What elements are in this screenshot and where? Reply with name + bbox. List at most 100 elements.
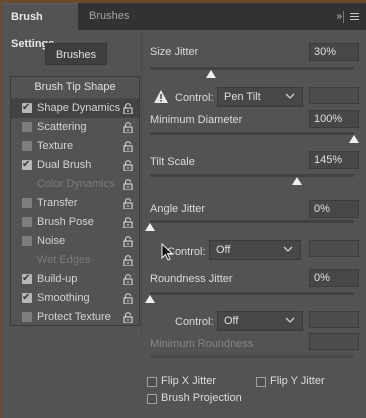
list-item-label: Texture [37, 140, 74, 152]
list-item[interactable]: Smoothing [11, 288, 139, 308]
lock-icon[interactable] [123, 312, 133, 323]
chevron-down-icon [285, 317, 295, 323]
roundness-jitter-label: Roundness Jitter [150, 273, 233, 285]
list-item[interactable]: Texture [11, 137, 139, 156]
lock-icon[interactable] [123, 160, 133, 171]
control-extra-field-3[interactable] [309, 311, 359, 328]
panel-menu-icon[interactable] [347, 13, 362, 20]
list-item-label: Scattering [37, 121, 87, 133]
lock-icon[interactable] [123, 122, 133, 133]
lock-icon[interactable] [123, 179, 133, 190]
lock-icon[interactable] [123, 217, 133, 228]
list-item[interactable]: Brush Pose [11, 213, 139, 232]
tilt-scale-label: Tilt Scale [150, 156, 195, 168]
flip-y-label: Flip Y Jitter [270, 375, 325, 387]
tilt-scale-track[interactable] [150, 174, 354, 177]
tab-brush-settings[interactable]: Brush Settings [2, 3, 78, 50]
list-item[interactable]: Scattering [11, 118, 139, 137]
brush-settings-panel: Brush Settings Brushes » Brushes Brush T… [2, 3, 366, 418]
list-item[interactable]: Transfer [11, 194, 139, 213]
collapse-icon[interactable]: » [336, 11, 341, 22]
list-item-label: Color Dynamics [37, 178, 115, 190]
angle-jitter-track[interactable] [150, 220, 354, 223]
chevron-down-icon [283, 246, 293, 252]
enable-checkbox[interactable] [22, 179, 32, 189]
enable-checkbox[interactable] [22, 155, 32, 174]
enable-checkbox[interactable] [22, 198, 32, 208]
brush-projection-label: Brush Projection [161, 392, 242, 404]
lock-icon[interactable] [123, 198, 133, 209]
control-select-1-value: Pen Tilt [224, 91, 261, 103]
flip-y-checkbox[interactable] [256, 377, 266, 387]
size-jitter-slider-thumb[interactable] [206, 70, 217, 78]
control-extra-field-1[interactable] [309, 87, 359, 104]
control-select-1[interactable]: Pen Tilt [217, 87, 303, 107]
tab-brushes[interactable]: Brushes [80, 3, 137, 30]
enable-checkbox[interactable] [22, 98, 32, 117]
tilt-scale-value[interactable]: 145% [309, 151, 359, 169]
enable-checkbox[interactable] [22, 288, 32, 307]
list-item-label: Transfer [37, 197, 78, 209]
separator [343, 10, 344, 23]
roundness-jitter-track[interactable] [150, 292, 354, 295]
minimum-roundness-value [309, 333, 359, 350]
control-select-3[interactable]: Off [217, 311, 303, 331]
angle-jitter-value[interactable]: 0% [309, 200, 359, 218]
lock-icon[interactable] [123, 274, 133, 285]
list-item[interactable]: Wet Edges [11, 251, 139, 270]
control-select-3-value: Off [224, 315, 239, 327]
lock-icon[interactable] [123, 293, 133, 304]
panel-controls: » [336, 3, 362, 30]
list-item[interactable]: Protect Texture [11, 308, 139, 327]
roundness-jitter-slider-thumb[interactable] [145, 295, 155, 303]
brush-tip-list: Brush Tip Shape Shape Dynamics Scattering… [10, 76, 140, 326]
list-item-label: Noise [37, 235, 66, 247]
tab-bar: Brush Settings Brushes » [2, 3, 366, 50]
enable-checkbox[interactable] [22, 255, 32, 265]
divider [141, 31, 142, 335]
list-item[interactable]: Dual Brush [11, 155, 139, 175]
lock-icon[interactable] [123, 141, 133, 152]
minimum-roundness-label: Minimum Roundness [150, 338, 254, 350]
size-jitter-value[interactable]: 30% [309, 43, 359, 61]
control-label-3: Control: [175, 316, 214, 328]
lock-icon[interactable] [123, 255, 133, 266]
enable-checkbox[interactable] [22, 141, 32, 151]
flip-x-checkbox[interactable] [147, 377, 157, 387]
list-item[interactable]: Shape Dynamics [11, 98, 139, 118]
minimum-diameter-track[interactable] [150, 132, 354, 135]
minimum-diameter-slider-thumb[interactable] [349, 135, 359, 143]
enable-checkbox[interactable] [22, 236, 32, 246]
enable-checkbox[interactable] [22, 312, 32, 322]
enable-checkbox[interactable] [22, 122, 32, 132]
list-item-label: Dual Brush [37, 159, 92, 171]
list-item-label: Protect Texture [37, 311, 111, 323]
size-jitter-track[interactable] [150, 67, 354, 70]
list-item-label: Smoothing [37, 292, 90, 304]
brush-projection-checkbox[interactable] [147, 394, 157, 404]
size-jitter-label: Size Jitter [150, 46, 199, 58]
minimum-diameter-label: Minimum Diameter [150, 114, 243, 126]
lock-icon[interactable] [123, 103, 133, 114]
tilt-scale-slider-thumb[interactable] [291, 177, 302, 185]
brushes-button[interactable]: Brushes [45, 43, 107, 65]
list-item[interactable]: Build-up [11, 269, 139, 289]
list-item-label: Build-up [37, 273, 78, 285]
control-extra-field-2[interactable] [309, 240, 359, 257]
list-item[interactable]: Color Dynamics [11, 175, 139, 194]
warning-icon [154, 90, 168, 103]
control-label-1: Control: [175, 92, 214, 104]
roundness-jitter-value[interactable]: 0% [309, 269, 359, 287]
minimum-roundness-track [150, 355, 354, 358]
brush-tip-shape-item[interactable]: Brush Tip Shape [11, 77, 139, 99]
control-select-2-value: Off [216, 244, 231, 256]
angle-jitter-slider-thumb[interactable] [145, 223, 155, 231]
list-item[interactable]: Noise [11, 232, 139, 251]
control-select-2[interactable]: Off [209, 240, 301, 260]
angle-jitter-label: Angle Jitter [150, 203, 206, 215]
lock-icon[interactable] [123, 236, 133, 247]
enable-checkbox[interactable] [22, 269, 32, 288]
minimum-diameter-value[interactable]: 100% [309, 110, 359, 128]
enable-checkbox[interactable] [22, 217, 32, 227]
flip-x-label: Flip X Jitter [161, 375, 217, 387]
